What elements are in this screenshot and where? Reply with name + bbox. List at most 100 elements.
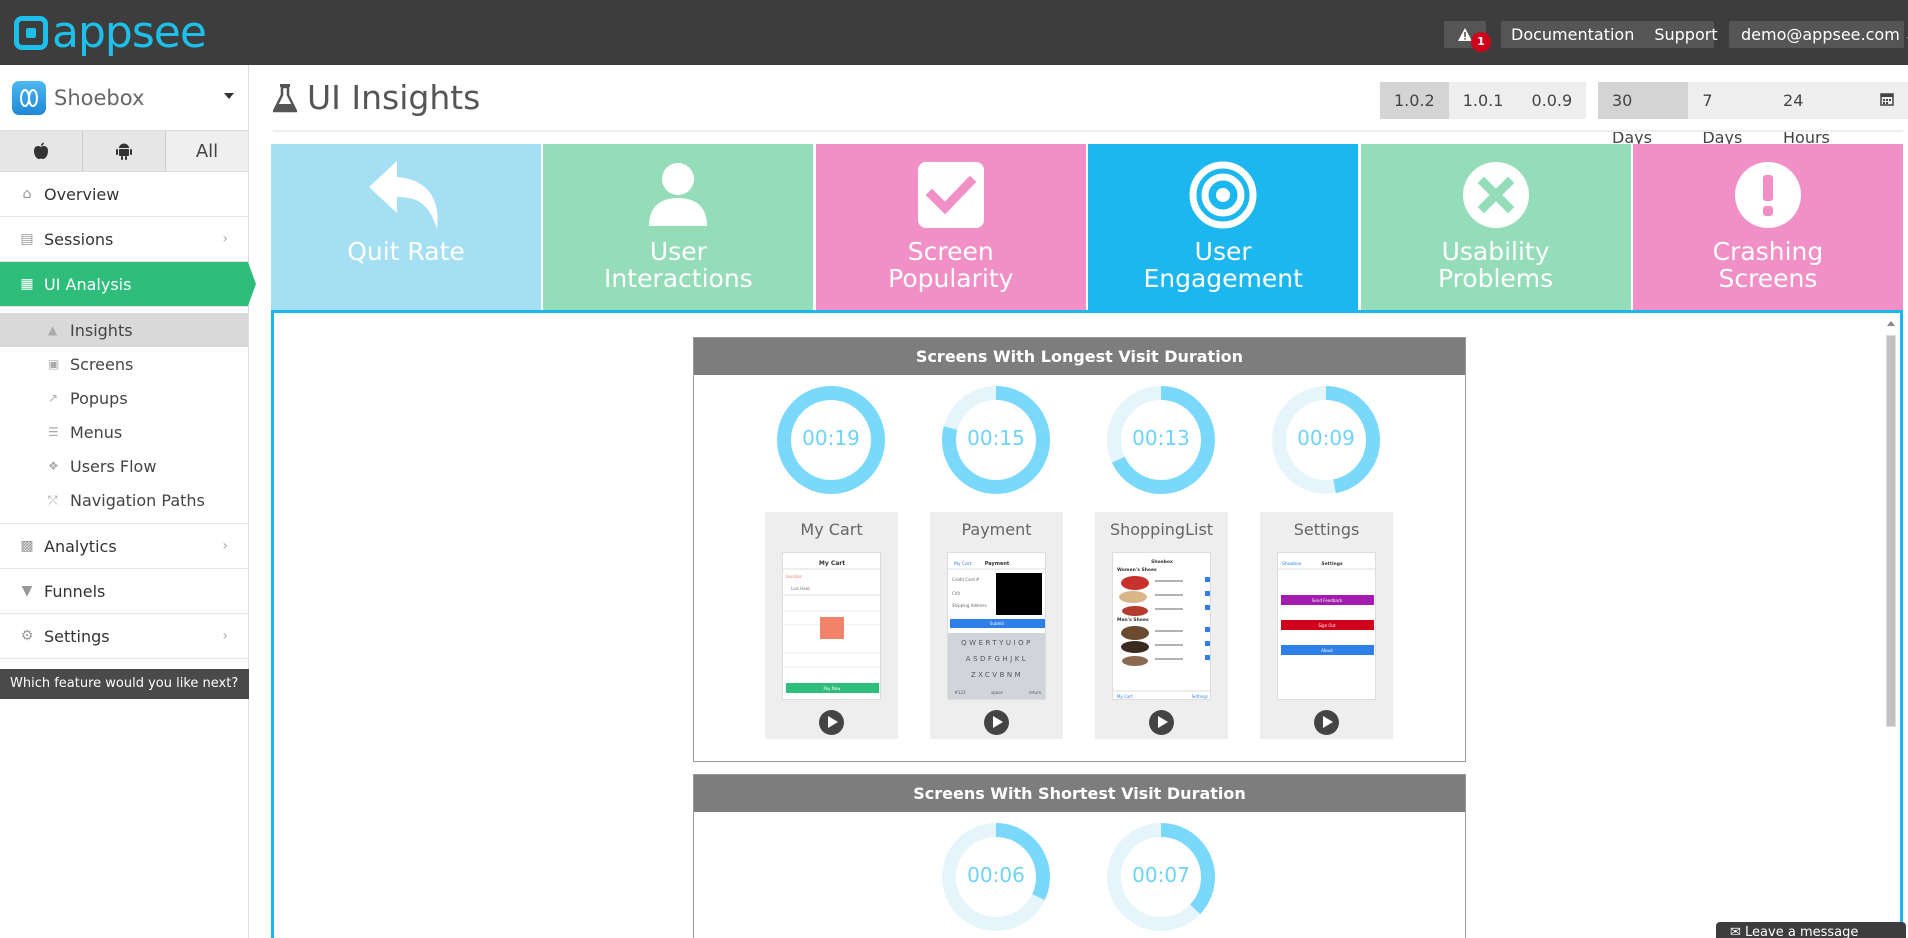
svg-text:ASDFGHJKL: ASDFGHJKL	[966, 655, 1028, 663]
screen-name: My Cart	[800, 520, 863, 539]
list-icon: ☰	[48, 425, 59, 439]
duration-value: 00:09	[1297, 426, 1355, 450]
platform-all-button[interactable]: All	[166, 131, 248, 171]
page-title: UI Insights	[273, 78, 480, 117]
version-filter: 1.0.2 1.0.1 0.0.9	[1380, 82, 1587, 119]
scrollbar-thumb[interactable]	[1886, 335, 1896, 727]
sidebar-subitem-label: Popups	[70, 388, 128, 408]
caret-down-icon	[224, 93, 234, 99]
platform-filter: All	[0, 131, 248, 172]
appsee-logo[interactable]: appsee	[14, 7, 207, 58]
tile-screen-popularity[interactable]: Screen Popularity	[815, 144, 1086, 310]
user-icon	[649, 163, 708, 226]
alerts-button[interactable]: 1	[1444, 21, 1491, 52]
version-1-0-1-button[interactable]: 1.0.1	[1449, 82, 1518, 119]
svg-text:Send Feedback: Send Feedback	[1312, 598, 1343, 603]
android-icon	[116, 143, 132, 160]
tile-user-engagement[interactable]: User Engagement	[1088, 144, 1359, 310]
sidebar-item-settings[interactable]: ⚙ Settings ›	[0, 614, 248, 659]
reply-arrow-icon	[369, 161, 438, 229]
sidebar-item-label: Funnels	[44, 581, 106, 601]
bar-chart-icon: ▩	[20, 538, 34, 554]
play-icon[interactable]	[1314, 710, 1339, 735]
tile-label: Crashing Screens	[1712, 237, 1824, 293]
sidebar-item-label: Overview	[44, 184, 120, 204]
scroll-up-icon[interactable]	[1887, 321, 1895, 326]
flask-icon: ▲	[48, 323, 58, 337]
longest-visit-card: Screens With Longest Visit Duration 00:1…	[693, 337, 1466, 762]
play-icon[interactable]	[984, 710, 1009, 735]
tile-user-interactions[interactable]: User Interactions	[543, 144, 814, 310]
external-link-icon: ↗	[48, 391, 59, 405]
engagement-panel: Screens With Longest Visit Duration 00:1…	[271, 310, 1903, 938]
panel-scrollbar[interactable]	[1884, 319, 1898, 938]
screen-name: Payment	[961, 520, 1032, 539]
screen-thumbnail[interactable]: My Cart Payment Credit Card # CVV Shippi…	[947, 552, 1046, 700]
svg-text:QWERTYUIOP: QWERTYUIOP	[961, 639, 1033, 647]
top-bar: appsee 1 Documentation Support demo@apps…	[0, 0, 1908, 65]
screen-name: ShoppingList	[1109, 520, 1214, 539]
flask-icon	[273, 83, 297, 112]
sidebar-subitem-navigation-paths[interactable]: ⤱ Navigation Paths	[0, 483, 248, 517]
documentation-link[interactable]: Documentation	[1501, 25, 1644, 44]
range-30-days-button[interactable]: 30 Days	[1598, 82, 1689, 147]
support-link[interactable]: Support	[1644, 25, 1727, 44]
sidebar-item-analytics[interactable]: ▩ Analytics ›	[0, 524, 248, 569]
play-icon[interactable]	[819, 710, 844, 735]
sidebar-item-ui-analysis[interactable]: ▦ UI Analysis	[0, 262, 256, 307]
screen-thumbnail[interactable]: Shoebox Women's Shoes Men's Shoes My Car…	[1112, 552, 1211, 700]
sidebar-item-label: UI Analysis	[44, 274, 132, 294]
tile-label: Usability Problems	[1437, 237, 1554, 293]
sidebar-item-sessions[interactable]: ▤ Sessions ›	[0, 217, 248, 262]
svg-text:return: return	[1029, 690, 1042, 695]
svg-text:About: About	[1321, 648, 1333, 653]
leave-message-label: Leave a message	[1745, 925, 1859, 938]
screen-name: Settings	[1293, 520, 1360, 539]
logo-text: appsee	[52, 7, 207, 58]
feature-request-button[interactable]: Which feature would you like next?	[0, 669, 249, 699]
svg-text:My Cart: My Cart	[954, 561, 972, 567]
sidebar-subitem-screens[interactable]: ▣ Screens	[0, 347, 248, 381]
sidebar-subitem-menus[interactable]: ☰ Menus	[0, 415, 248, 449]
user-menu[interactable]: demo@appsee.com ⌄	[1729, 21, 1908, 48]
duration-value: 00:06	[967, 863, 1025, 887]
play-icon[interactable]	[1149, 710, 1174, 735]
sidebar-subitem-insights[interactable]: ▲ Insights	[0, 313, 248, 347]
sidebar-item-funnels[interactable]: ▼ Funnels	[0, 569, 248, 614]
sidebar-subitem-users-flow[interactable]: ❖ Users Flow	[0, 449, 248, 483]
exclamation-circle-icon	[1734, 162, 1801, 228]
target-icon	[1189, 161, 1257, 229]
tile-crashing-screens[interactable]: Crashing Screens	[1632, 144, 1903, 310]
tile-usability-problems[interactable]: Usability Problems	[1360, 144, 1631, 310]
dashboard-icon: ▦	[20, 276, 34, 292]
sidebar-item-label: Sessions	[44, 229, 114, 249]
duration-value: 00:15	[967, 426, 1025, 450]
version-1-0-2-button[interactable]: 1.0.2	[1380, 82, 1449, 119]
app-selector[interactable]: Shoebox	[0, 65, 248, 131]
svg-text:Payment: Payment	[985, 561, 1010, 567]
leave-message-tab[interactable]: ✉ Leave a message	[1716, 922, 1906, 938]
platform-android-button[interactable]	[83, 131, 166, 171]
filter-icon: ▼	[21, 583, 33, 599]
warning-icon	[1458, 28, 1472, 41]
version-0-0-9-button[interactable]: 0.0.9	[1517, 82, 1586, 119]
sidebar-item-label: Settings	[44, 626, 110, 646]
film-icon: ▤	[20, 231, 34, 247]
sidebar-item-overview[interactable]: ⌂ Overview	[0, 172, 248, 217]
range-7-days-button[interactable]: 7 Days	[1688, 82, 1769, 147]
sidebar-subitem-label: Screens	[70, 354, 134, 374]
sidebar-subitem-popups[interactable]: ↗ Popups	[0, 381, 248, 415]
range-24-hours-button[interactable]: 24 Hours	[1769, 82, 1866, 147]
svg-text:Shipping Address: Shipping Address	[952, 603, 987, 608]
card-title: Screens With Shortest Visit Duration	[694, 775, 1465, 812]
page-title-text: UI Insights	[307, 78, 481, 117]
duration-value: 00:07	[1132, 863, 1190, 887]
screen-thumbnail[interactable]: Shoebox Settings Send Feedback Sign Out …	[1277, 552, 1376, 700]
platform-ios-button[interactable]	[0, 131, 83, 171]
tile-quit-rate[interactable]: Quit Rate	[271, 144, 541, 310]
svg-text:Men's Shoes: Men's Shoes	[1117, 617, 1149, 623]
calendar-button[interactable]	[1866, 82, 1908, 119]
screen-thumbnail[interactable]: My Cart Sandals Luis Hawi Pay Now	[782, 552, 881, 700]
ui-analysis-submenu: ▲ Insights ▣ Screens ↗ Popups ☰ Menus ❖ …	[0, 307, 248, 524]
svg-text:#123: #123	[955, 690, 966, 695]
